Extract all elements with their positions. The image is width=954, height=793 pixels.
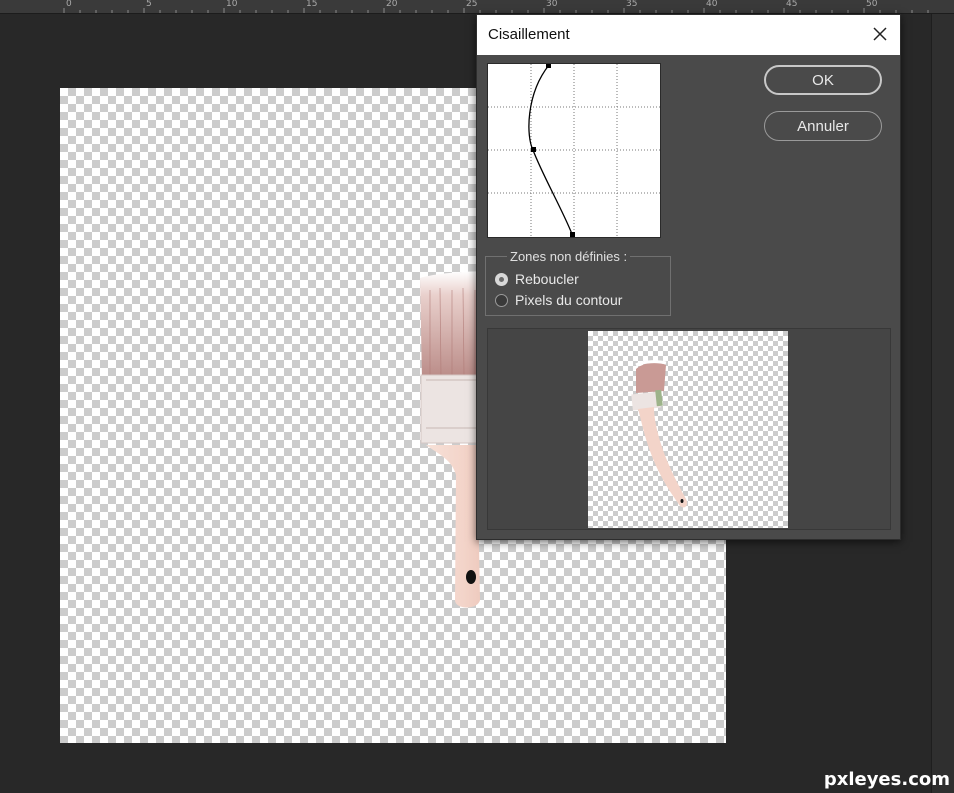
ruler-label: 50 <box>866 0 878 9</box>
shear-curve-graph <box>488 63 660 237</box>
close-button[interactable] <box>868 22 892 46</box>
radio-wrap-around[interactable]: Reboucler <box>495 271 579 287</box>
preview-canvas <box>588 331 788 528</box>
ruler-label: 15 <box>306 0 318 9</box>
ruler-label: 10 <box>226 0 238 9</box>
ruler-label: 45 <box>786 0 798 9</box>
watermark: pxleyes.com <box>823 769 950 790</box>
dialog-title: Cisaillement <box>488 26 570 43</box>
shear-dialog: Cisaillement OK Annuler Zones non défini… <box>476 14 901 540</box>
vertical-scrollbar[interactable] <box>931 14 954 793</box>
curve-handle[interactable] <box>546 63 551 68</box>
curve-handle[interactable] <box>531 147 536 152</box>
close-icon <box>873 27 887 41</box>
ruler-label: 20 <box>386 0 398 9</box>
cancel-button[interactable]: Annuler <box>764 111 882 141</box>
ruler-label: 5 <box>146 0 152 9</box>
preview-brush-image <box>631 360 688 508</box>
shear-curve-grid[interactable] <box>487 63 661 238</box>
dialog-titlebar[interactable]: Cisaillement <box>477 15 900 55</box>
ok-button[interactable]: OK <box>764 65 882 95</box>
radio-label: Reboucler <box>515 271 579 287</box>
ruler-label: 35 <box>626 0 638 9</box>
radio-repeat-edge-pixels[interactable]: Pixels du contour <box>495 292 622 308</box>
curve-handle[interactable] <box>570 232 575 237</box>
ruler-label: 0 <box>66 0 72 9</box>
horizontal-ruler: 0 5 10 15 20 25 30 35 40 45 50 <box>0 0 954 14</box>
ruler-label: 30 <box>546 0 558 9</box>
preview-panel <box>487 328 891 530</box>
undefined-areas-legend: Zones non définies : <box>507 249 631 264</box>
ruler-label: 40 <box>706 0 718 9</box>
ruler-label: 25 <box>466 0 478 9</box>
radio-button-checked[interactable] <box>495 272 508 286</box>
radio-label: Pixels du contour <box>515 292 623 308</box>
radio-button[interactable] <box>495 293 508 307</box>
